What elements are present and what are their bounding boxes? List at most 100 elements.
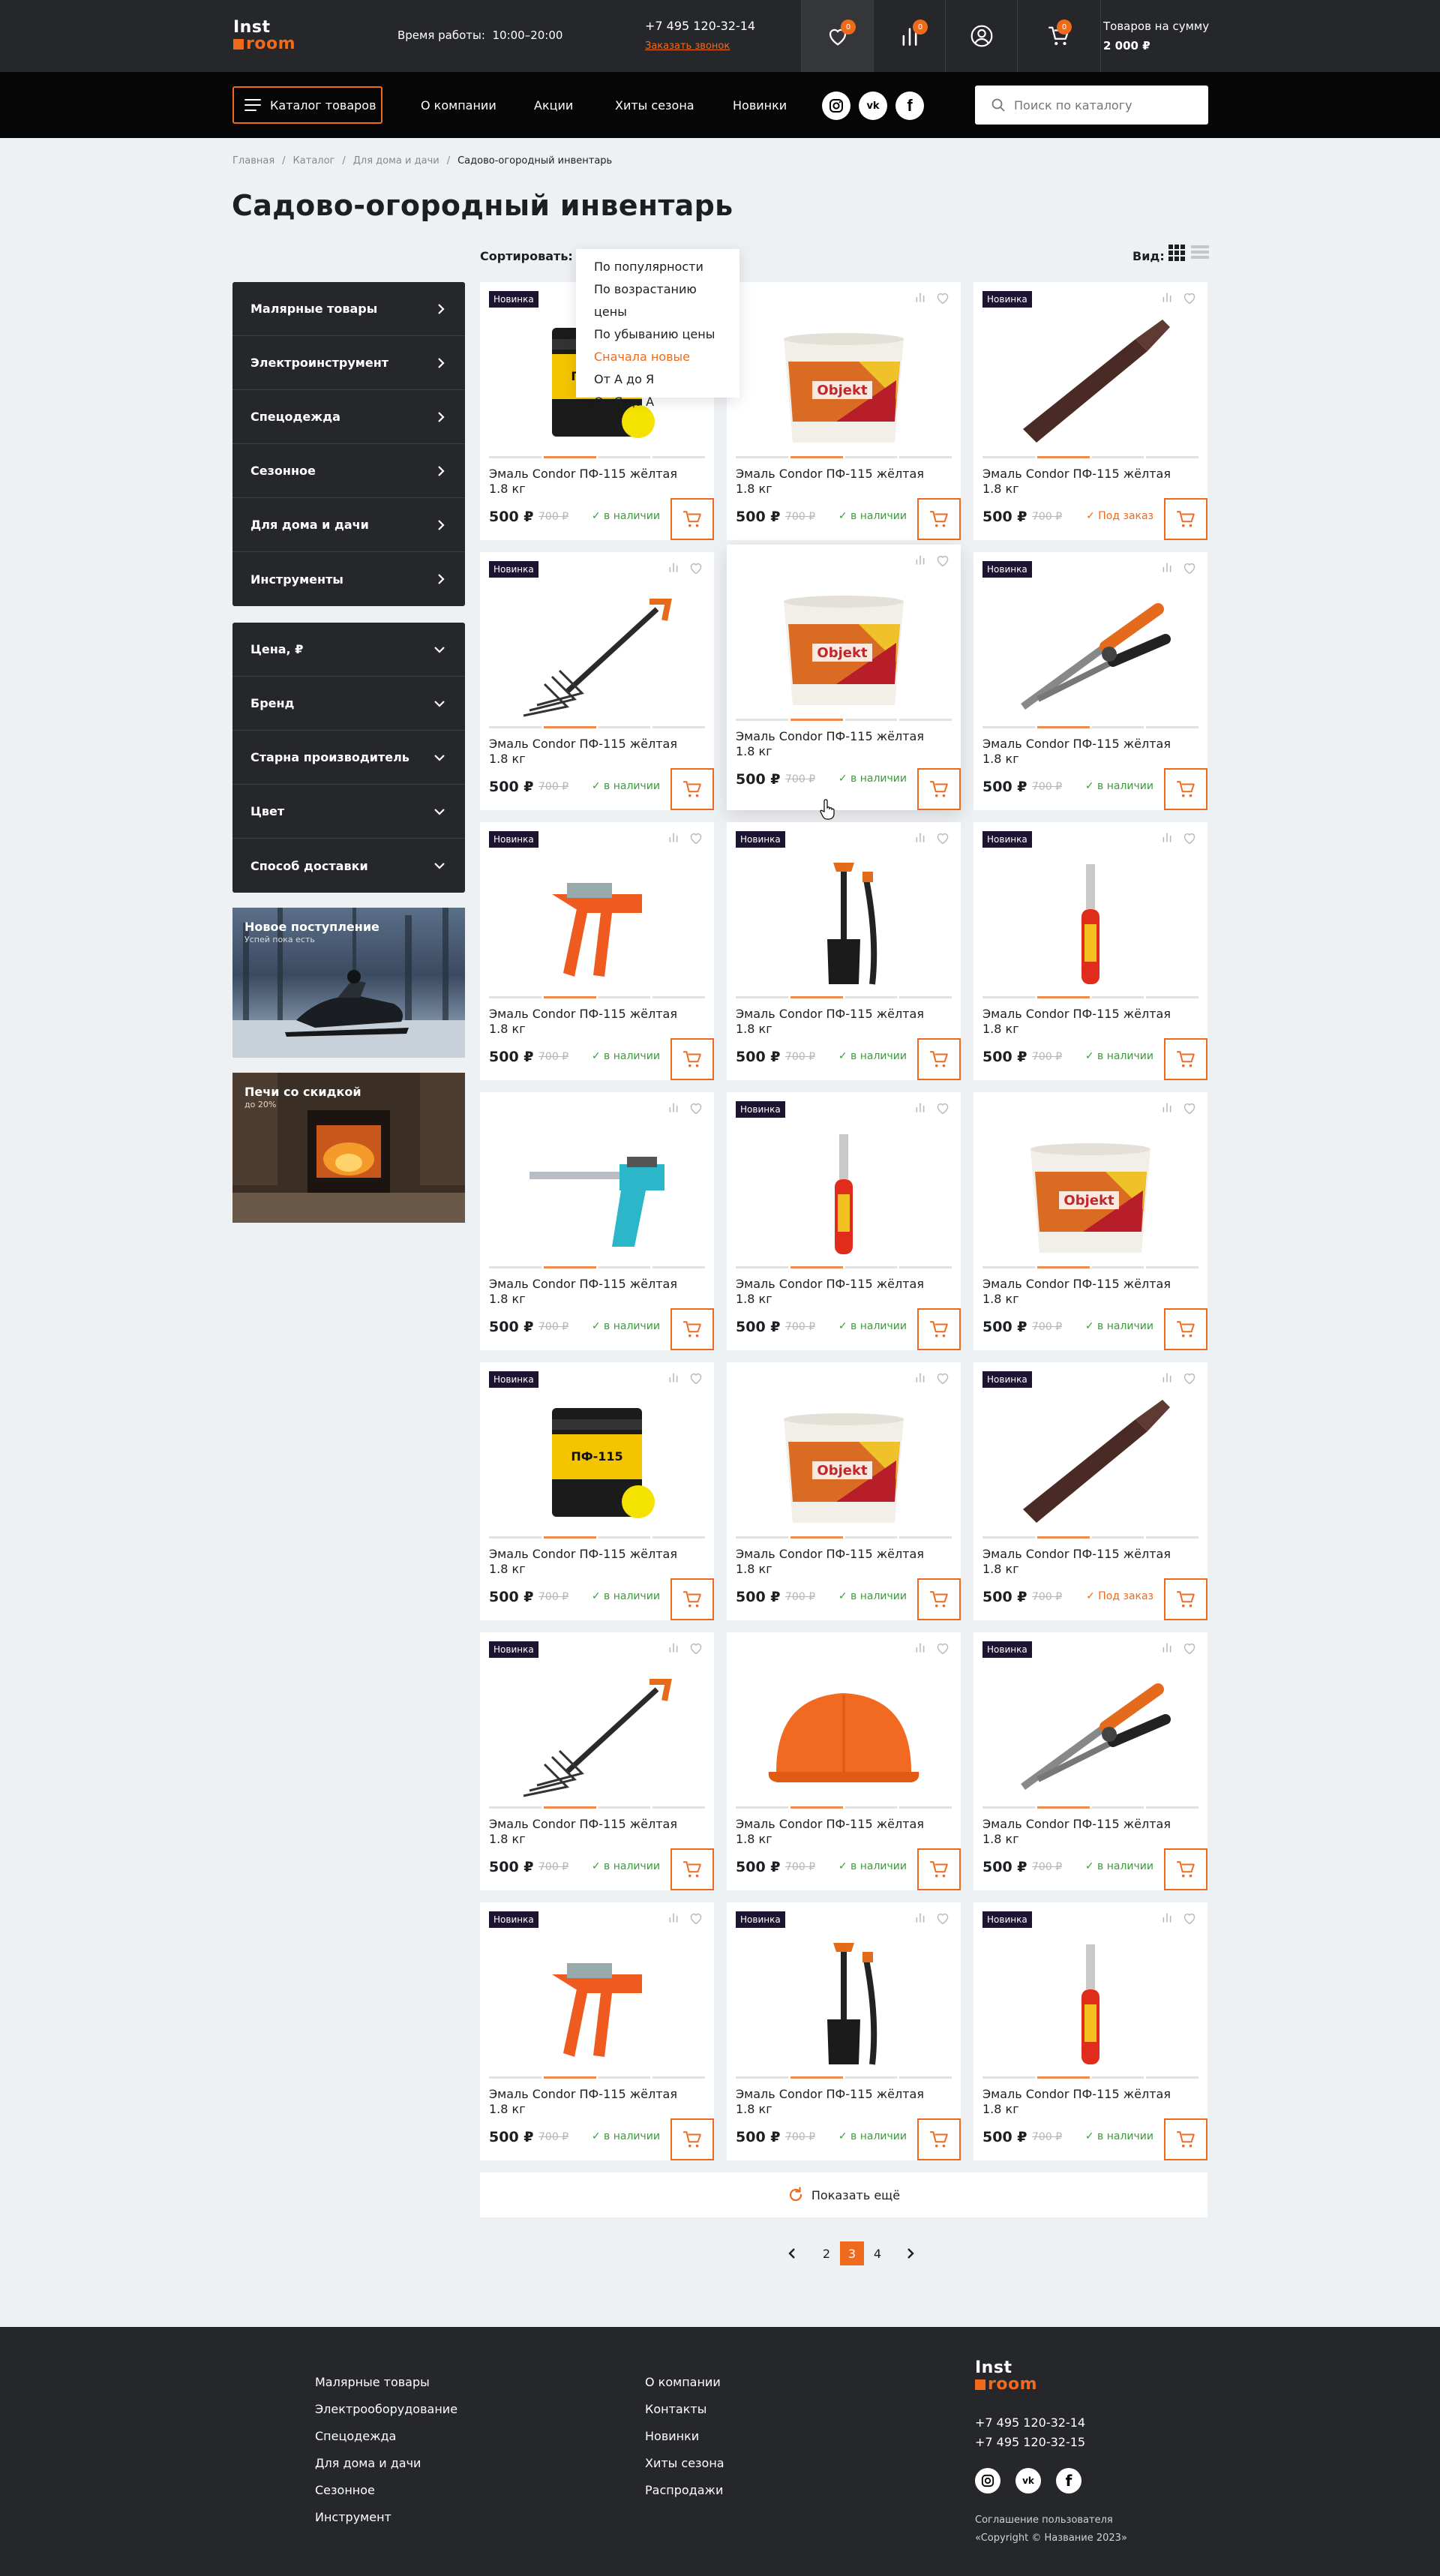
- compare-icon[interactable]: [1161, 291, 1173, 303]
- product-card[interactable]: Новинка Эмаль Condor ПФ-115 жёлтая 1.8 кг 5…: [974, 1902, 1208, 2160]
- add-to-cart-button[interactable]: [1164, 1038, 1208, 1080]
- page-2[interactable]: 2: [814, 2241, 838, 2265]
- product-image[interactable]: [489, 1659, 705, 1802]
- heart-icon[interactable]: [1182, 831, 1197, 845]
- compare-button[interactable]: 0: [873, 0, 945, 72]
- filter-item[interactable]: Цена, ₽: [232, 623, 465, 677]
- compare-icon[interactable]: [914, 1101, 926, 1113]
- compare-icon[interactable]: [1161, 1911, 1173, 1923]
- product-card[interactable]: Objekt Эмаль Condor ПФ-115 жёлтая 1.8 кг 50…: [727, 282, 961, 540]
- search-box[interactable]: [975, 86, 1208, 125]
- footer-agreement-link[interactable]: Соглашение пользователя: [975, 2514, 1113, 2526]
- product-card[interactable]: Новинка Эмаль Condor ПФ-115 жёлтая 1.8 кг 5…: [974, 282, 1208, 540]
- product-name[interactable]: Эмаль Condor ПФ-115 жёлтая: [982, 467, 1200, 482]
- add-to-cart-button[interactable]: [917, 1308, 961, 1350]
- product-name[interactable]: Эмаль Condor ПФ-115 жёлтая: [736, 2087, 953, 2102]
- heart-icon[interactable]: [1182, 1371, 1197, 1385]
- compare-icon[interactable]: [668, 1641, 680, 1653]
- compare-icon[interactable]: [668, 1911, 680, 1923]
- add-to-cart-button[interactable]: [1164, 1848, 1208, 1890]
- add-to-cart-button[interactable]: [1164, 2118, 1208, 2160]
- product-image[interactable]: [736, 849, 952, 992]
- product-card[interactable]: Новинка Эмаль Condor ПФ-115 жёлтая 1.8 кг 5…: [480, 552, 714, 810]
- heart-icon[interactable]: [688, 1101, 704, 1115]
- heart-icon[interactable]: [935, 1371, 950, 1385]
- breadcrumb-category[interactable]: Для дома и дачи: [353, 155, 440, 167]
- compare-icon[interactable]: [1161, 831, 1173, 843]
- product-name[interactable]: Эмаль Condor ПФ-115 жёлтая: [982, 2087, 1200, 2102]
- footer-instagram-button[interactable]: [975, 2468, 1000, 2493]
- product-card[interactable]: Новинка Эмаль Condor ПФ-115 жёлтая 1.8 кг 5…: [974, 552, 1208, 810]
- next-page-button[interactable]: [898, 2241, 922, 2265]
- product-name[interactable]: Эмаль Condor ПФ-115 жёлтая: [736, 1007, 953, 1022]
- product-card[interactable]: Objekt Эмаль Condor ПФ-115 жёлтая 1.8 кг 50…: [727, 545, 961, 810]
- sidebar-category-item[interactable]: Сезонное: [232, 444, 465, 498]
- sort-option[interactable]: Сначала новые: [594, 346, 722, 368]
- add-to-cart-button[interactable]: [917, 768, 961, 810]
- compare-icon[interactable]: [914, 1641, 926, 1653]
- footer-catalog-link[interactable]: Малярные товары: [315, 2375, 430, 2389]
- product-name[interactable]: Эмаль Condor ПФ-115 жёлтая: [489, 737, 706, 752]
- product-image[interactable]: [982, 1659, 1198, 1802]
- product-image[interactable]: [489, 849, 705, 992]
- filter-item[interactable]: Бренд: [232, 677, 465, 731]
- compare-icon[interactable]: [914, 291, 926, 303]
- footer-catalog-link[interactable]: Инструмент: [315, 2510, 392, 2524]
- footer-logo[interactable]: Inst room: [975, 2360, 1037, 2393]
- footer-phone-1[interactable]: +7 495 120-32-14: [975, 2415, 1085, 2430]
- instagram-button[interactable]: [822, 92, 850, 120]
- add-to-cart-button[interactable]: [917, 1578, 961, 1620]
- product-image[interactable]: [736, 1659, 952, 1802]
- add-to-cart-button[interactable]: [917, 2118, 961, 2160]
- product-name[interactable]: Эмаль Condor ПФ-115 жёлтая: [489, 1547, 706, 1562]
- sort-option[interactable]: По возрастанию цены: [594, 278, 722, 323]
- logo[interactable]: Inst room: [233, 20, 296, 53]
- product-card[interactable]: Objekt Эмаль Condor ПФ-115 жёлтая 1.8 кг 50…: [727, 1362, 961, 1620]
- product-image[interactable]: [982, 849, 1198, 992]
- compare-icon[interactable]: [1161, 1101, 1173, 1113]
- footer-catalog-link[interactable]: Для дома и дачи: [315, 2456, 421, 2470]
- heart-icon[interactable]: [935, 1101, 950, 1115]
- add-to-cart-button[interactable]: [670, 1038, 714, 1080]
- product-name[interactable]: Эмаль Condor ПФ-115 жёлтая: [736, 467, 953, 482]
- breadcrumb-home[interactable]: Главная: [232, 155, 274, 167]
- favorites-button[interactable]: 0: [801, 0, 873, 72]
- compare-icon[interactable]: [914, 1371, 926, 1383]
- sidebar-category-item[interactable]: Для дома и дачи: [232, 498, 465, 552]
- footer-info-link[interactable]: Контакты: [645, 2402, 706, 2416]
- page-4[interactable]: 4: [866, 2241, 890, 2265]
- product-image[interactable]: Objekt: [982, 1119, 1198, 1262]
- product-card[interactable]: Новинка Эмаль Condor ПФ-115 жёлтая 1.8 кг 5…: [480, 1632, 714, 1890]
- list-view-button[interactable]: [1191, 245, 1209, 259]
- add-to-cart-button[interactable]: [670, 1308, 714, 1350]
- product-name[interactable]: Эмаль Condor ПФ-115 жёлтая: [982, 1277, 1200, 1292]
- header-phone[interactable]: +7 495 120-32-14: [645, 19, 755, 33]
- compare-icon[interactable]: [668, 1101, 680, 1113]
- product-image[interactable]: [736, 1929, 952, 2072]
- filter-item[interactable]: Старна производитель: [232, 731, 465, 785]
- footer-catalog-link[interactable]: Сезонное: [315, 2483, 375, 2497]
- product-name[interactable]: Эмаль Condor ПФ-115 жёлтая: [736, 729, 953, 744]
- product-name[interactable]: Эмаль Condor ПФ-115 жёлтая: [736, 1277, 953, 1292]
- catalog-button[interactable]: Каталог товаров: [232, 86, 382, 124]
- sort-dropdown[interactable]: По популярности По возрастанию цены По убы…: [576, 249, 740, 409]
- product-name[interactable]: Эмаль Condor ПФ-115 жёлтая: [489, 1277, 706, 1292]
- compare-icon[interactable]: [914, 1911, 926, 1923]
- product-card[interactable]: Новинка Эмаль Condor ПФ-115 жёлтая 1.8 кг 5…: [480, 1902, 714, 2160]
- product-image[interactable]: Objekt: [736, 309, 952, 452]
- heart-icon[interactable]: [1182, 1101, 1197, 1115]
- product-name[interactable]: Эмаль Condor ПФ-115 жёлтая: [489, 2087, 706, 2102]
- heart-icon[interactable]: [688, 831, 704, 845]
- heart-icon[interactable]: [935, 1641, 950, 1655]
- product-image[interactable]: [736, 1119, 952, 1262]
- footer-phone-2[interactable]: +7 495 120-32-15: [975, 2435, 1085, 2449]
- sidebar-category-item[interactable]: Электроинструмент: [232, 336, 465, 390]
- cart-button[interactable]: 0: [1017, 0, 1101, 72]
- product-card[interactable]: Эмаль Condor ПФ-115 жёлтая 1.8 кг 500 ₽ 700…: [727, 1632, 961, 1890]
- filter-item[interactable]: Цвет: [232, 785, 465, 839]
- compare-icon[interactable]: [668, 1371, 680, 1383]
- heart-icon[interactable]: [935, 1911, 950, 1925]
- heart-icon[interactable]: [1182, 1641, 1197, 1655]
- heart-icon[interactable]: [935, 554, 950, 567]
- add-to-cart-button[interactable]: [1164, 1578, 1208, 1620]
